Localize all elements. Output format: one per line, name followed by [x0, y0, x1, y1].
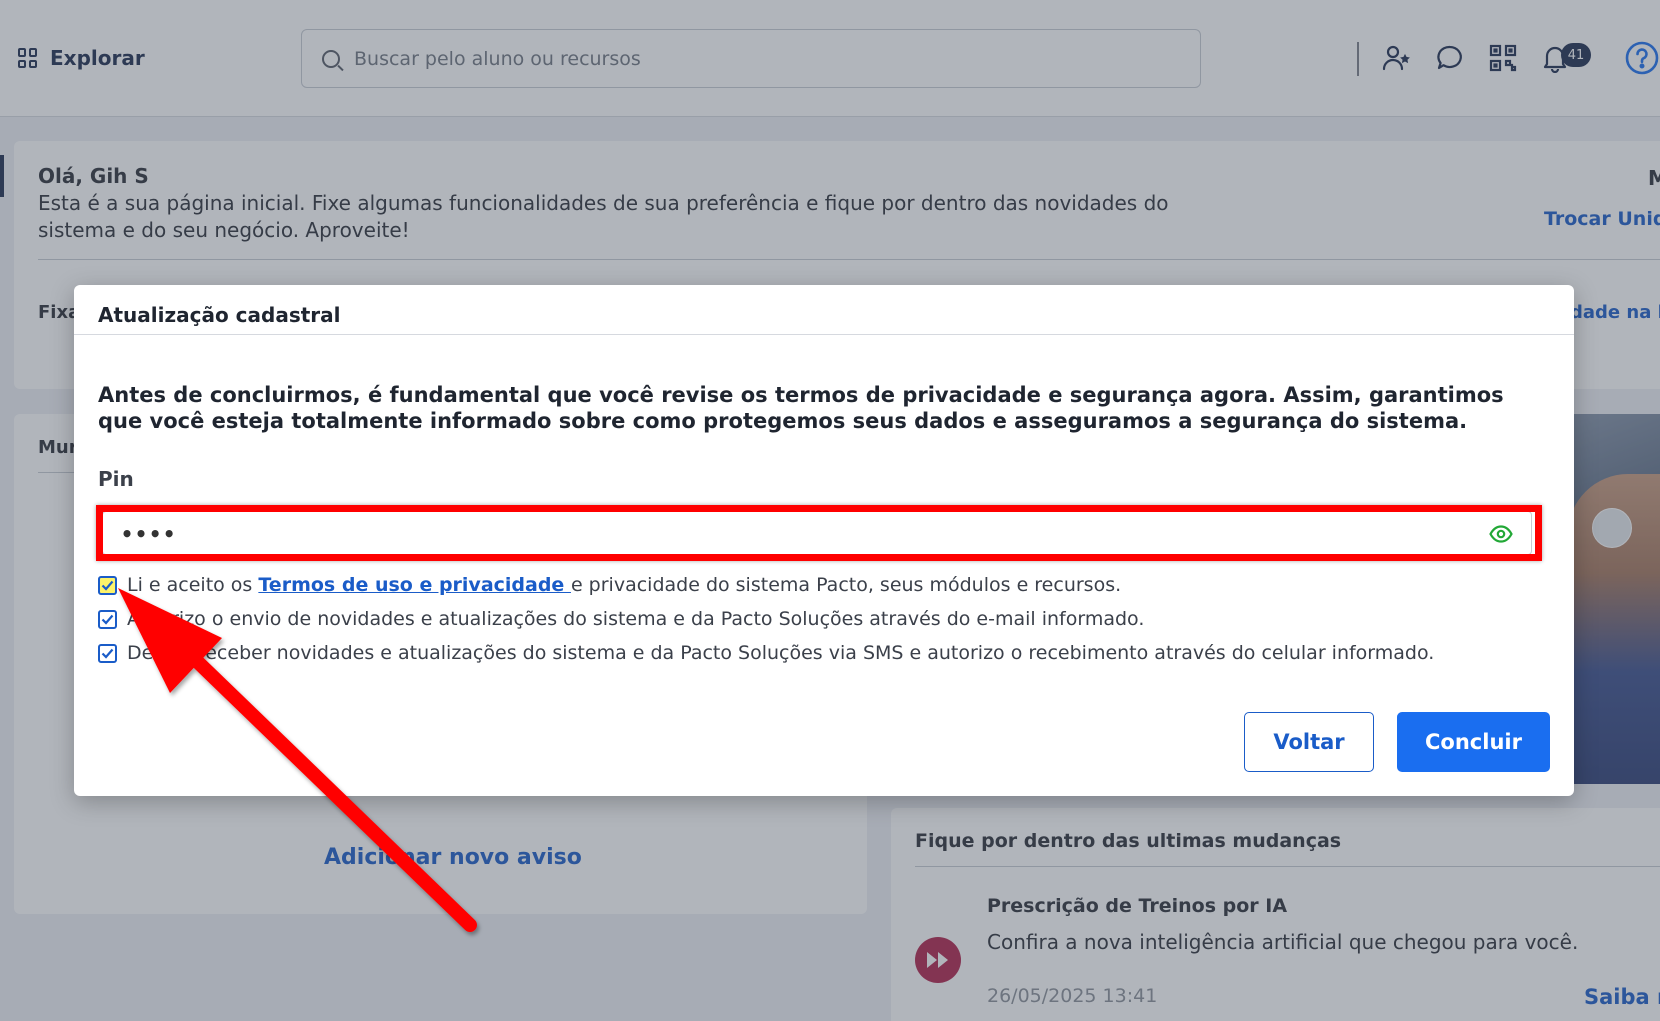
- checkbox-checked-icon[interactable]: [98, 609, 117, 629]
- pin-field[interactable]: [102, 511, 1532, 555]
- dialog-title: Atualização cadastral: [98, 303, 341, 327]
- pin-label: Pin: [98, 467, 134, 491]
- terms-check-label: Li e aceito os Termos de uso e privacida…: [127, 574, 1121, 596]
- checkbox-checked-icon[interactable]: [98, 575, 117, 595]
- dialog-divider: [74, 334, 1574, 335]
- email-consent-label: Autorizo o envio de novidades e atualiza…: [127, 608, 1145, 630]
- pin-input[interactable]: [121, 520, 1461, 548]
- eye-icon[interactable]: [1489, 524, 1513, 544]
- dialog-intro: Antes de concluirmos, é fundamental que …: [98, 383, 1504, 433]
- back-button[interactable]: Voltar: [1244, 712, 1374, 772]
- terms-prefix: Li e aceito os: [127, 574, 259, 596]
- conclude-button[interactable]: Concluir: [1397, 712, 1550, 772]
- registration-update-dialog: Atualização cadastral Antes de concluirm…: [74, 285, 1574, 796]
- terms-link[interactable]: Termos de uso e privacidade: [258, 574, 571, 596]
- sms-consent-row[interactable]: Desejo receber novidades e atualizações …: [98, 642, 1434, 664]
- terms-suffix: e privacidade do sistema Pacto, seus mód…: [570, 574, 1122, 596]
- sms-consent-label: Desejo receber novidades e atualizações …: [127, 642, 1435, 664]
- terms-check-row[interactable]: Li e aceito os Termos de uso e privacida…: [98, 574, 1121, 596]
- email-consent-row[interactable]: Autorizo o envio de novidades e atualiza…: [98, 608, 1144, 630]
- checkbox-checked-icon[interactable]: [98, 643, 117, 663]
